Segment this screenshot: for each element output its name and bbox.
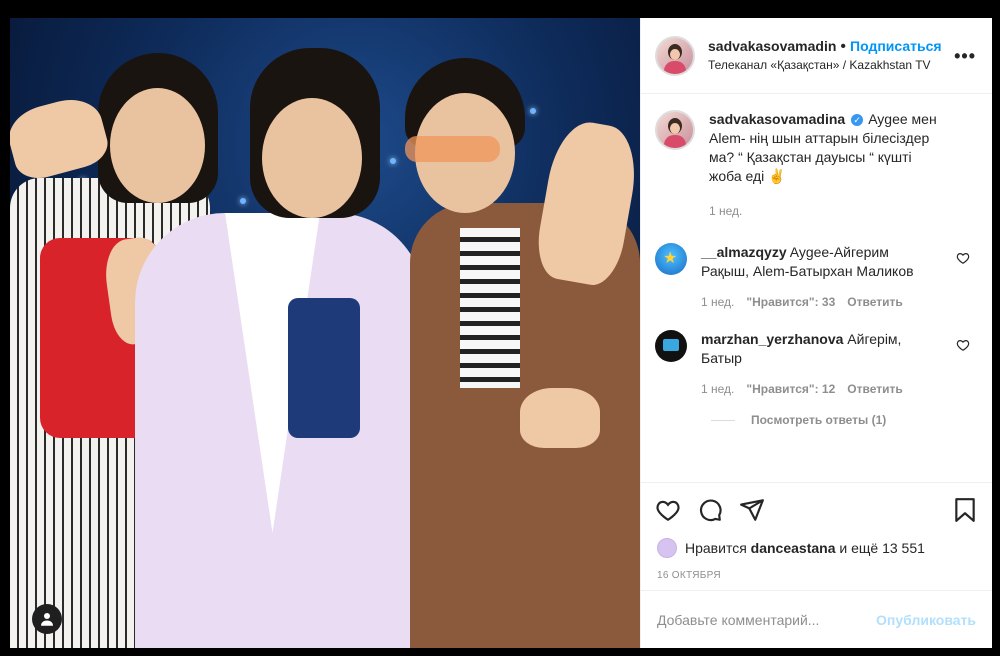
likes-prefix: Нравится	[685, 540, 747, 556]
author-username[interactable]: sadvakasovamadin	[708, 38, 836, 54]
bookmark-icon[interactable]	[952, 497, 978, 523]
liker-avatar[interactable]	[657, 538, 677, 558]
comments-list: sadvakasovamadina ✓ Aygee мен Alem- нің …	[641, 94, 992, 482]
view-replies-button[interactable]: Посмотреть ответы (1)	[711, 413, 978, 427]
post-date[interactable]: 16 ОКТЯБРЯ	[641, 560, 992, 590]
comment-username[interactable]: __almazqyzy	[701, 244, 787, 260]
post-photo[interactable]	[10, 18, 640, 648]
caption: sadvakasovamadina ✓ Aygee мен Alem- нің …	[655, 110, 978, 221]
publish-button[interactable]: Опубликовать	[876, 612, 976, 628]
comment-input[interactable]: Добавьте комментарий...	[657, 612, 876, 628]
post-header: sadvakasovamadin • Подписаться Телеканал «…	[641, 18, 992, 94]
post-dialog: sadvakasovamadin • Подписаться Телеканал «…	[10, 18, 992, 648]
caption-username[interactable]: sadvakasovamadina	[709, 111, 845, 127]
commenter-avatar[interactable]	[655, 330, 687, 362]
separator-dot: •	[840, 38, 847, 55]
likes-summary: Нравится danceastana и ещё 13 551	[641, 536, 992, 560]
likes-count[interactable]: и ещё 13 551	[839, 540, 925, 556]
liker-username[interactable]: danceastana	[751, 540, 836, 556]
comment-time[interactable]: 1 нед.	[701, 295, 734, 309]
divider-line	[711, 419, 735, 421]
comment-bubble-icon[interactable]	[697, 497, 723, 523]
comment-likes[interactable]: "Нравится": 12	[746, 382, 835, 396]
like-heart-icon[interactable]	[655, 497, 681, 523]
author-avatar[interactable]	[655, 35, 695, 76]
comment-time[interactable]: 1 нед.	[701, 382, 734, 396]
comment-form: Добавьте комментарий... Опубликовать	[641, 590, 992, 648]
follow-button[interactable]: Подписаться	[850, 38, 942, 54]
share-paper-plane-icon[interactable]	[739, 497, 765, 523]
reply-button[interactable]: Ответить	[847, 295, 902, 309]
heart-icon[interactable]	[956, 338, 970, 352]
action-bar	[641, 482, 992, 536]
post-sidebar: sadvakasovamadin • Подписаться Телеканал «…	[640, 18, 992, 648]
commenter-avatar[interactable]	[655, 243, 687, 275]
more-options-icon[interactable]: •••	[954, 46, 976, 67]
comment-item: marzhan_yerzhanova Айгерім, Батыр 1 нед.…	[655, 330, 978, 399]
reply-button[interactable]: Ответить	[847, 382, 902, 396]
tagged-users-icon[interactable]	[32, 604, 62, 634]
verified-badge-icon: ✓	[851, 114, 864, 126]
caption-time[interactable]: 1 нед.	[709, 204, 742, 218]
caption-avatar[interactable]	[655, 110, 695, 150]
comment-username[interactable]: marzhan_yerzhanova	[701, 331, 843, 347]
post-location[interactable]: Телеканал «Қазақстан» / Kazakhstan TV	[708, 56, 942, 74]
heart-icon[interactable]	[956, 251, 970, 265]
comment-likes[interactable]: "Нравится": 33	[746, 295, 835, 309]
view-replies-label: Посмотреть ответы (1)	[751, 413, 887, 427]
comment-item: __almazqyzy Aygee-Айгерим Рақыш, Alem-Ба…	[655, 243, 978, 312]
